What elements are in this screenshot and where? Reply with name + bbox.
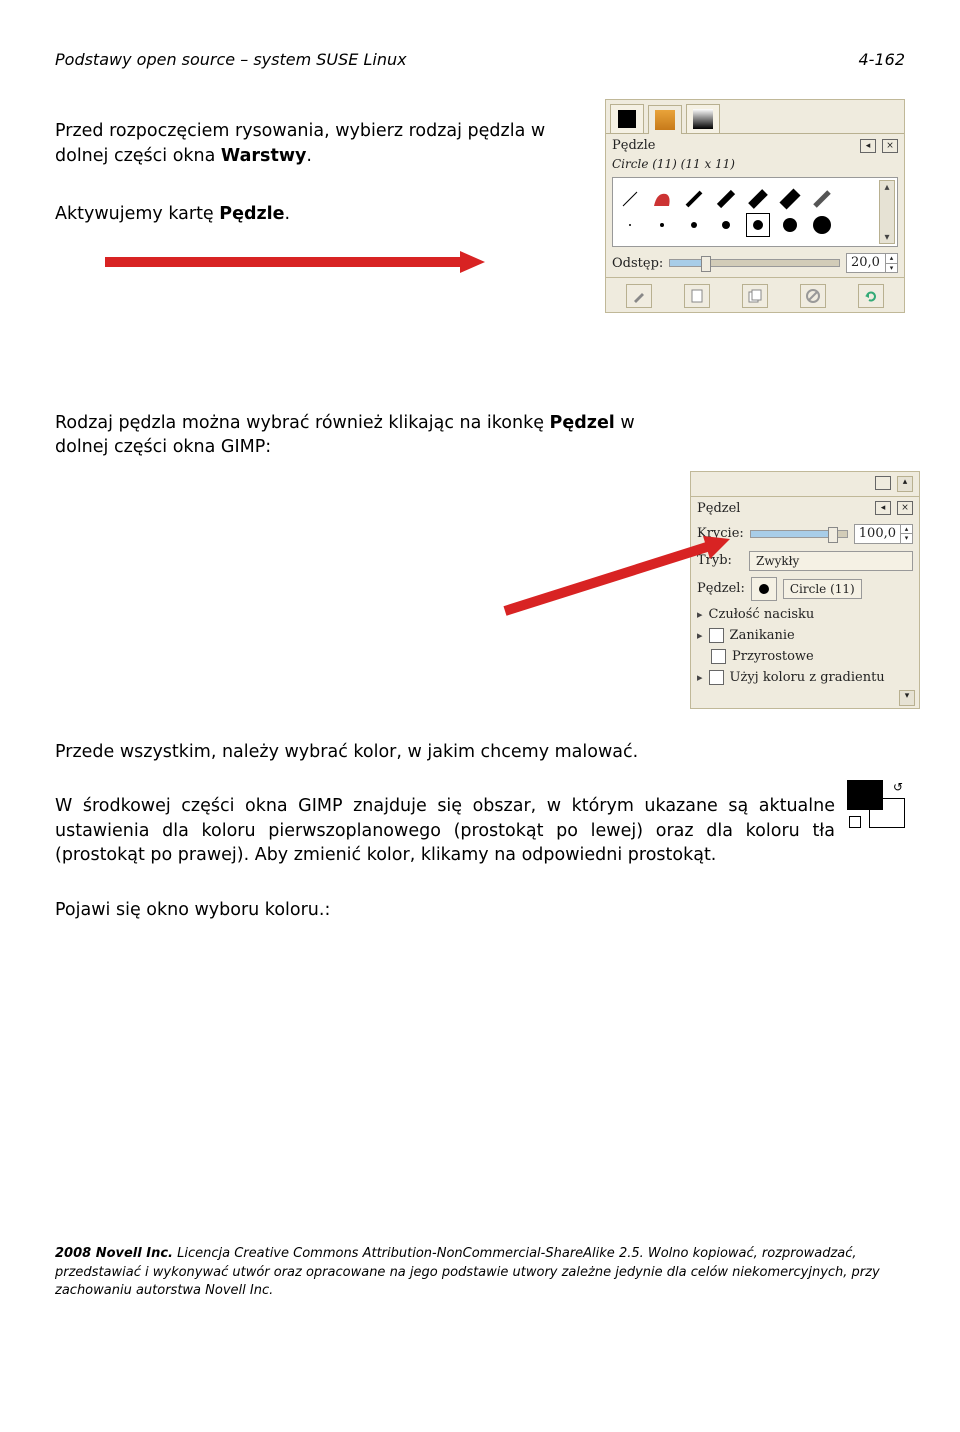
brush-swatch[interactable] bbox=[651, 214, 673, 236]
brush-swatch[interactable] bbox=[619, 214, 641, 236]
scroll-up-icon[interactable]: ▴ bbox=[897, 476, 913, 492]
expander-icon[interactable]: ▸ bbox=[697, 608, 703, 621]
close-icon[interactable]: × bbox=[897, 501, 913, 515]
brush-options-panel: ▴ Pędzel ◂ × Krycie: bbox=[690, 471, 920, 709]
fg-color-swatch[interactable] bbox=[847, 780, 883, 810]
header-title: Podstawy open source – system SUSE Linux bbox=[55, 50, 407, 69]
fade-checkbox[interactable] bbox=[709, 628, 724, 643]
brush-swatch[interactable] bbox=[683, 214, 705, 236]
mode-label: Tryb: bbox=[697, 553, 743, 568]
edit-brush-button[interactable] bbox=[626, 284, 652, 308]
paragraph-1: Przed rozpoczęciem rysowania, wybierz ro… bbox=[55, 119, 595, 168]
mode-dropdown[interactable]: Zwykły bbox=[749, 551, 913, 571]
brushes-panel: Pędzle ◂ × Circle (11) (11 x 11) bbox=[605, 99, 905, 313]
opacity-label: Krycie: bbox=[697, 526, 744, 541]
spacing-label: Odstęp: bbox=[612, 256, 663, 271]
opacity-slider[interactable] bbox=[750, 530, 848, 538]
brush-swatch[interactable] bbox=[715, 188, 737, 210]
brush-options-label: Pędzel bbox=[697, 501, 740, 516]
spacing-slider[interactable] bbox=[669, 259, 840, 267]
brush-select-label: Pędzel: bbox=[697, 581, 745, 596]
brushes-label: Pędzle bbox=[612, 138, 655, 153]
brush-swatch[interactable] bbox=[747, 188, 769, 210]
paragraph-3: Rodzaj pędzla można wybrać również klika… bbox=[55, 411, 635, 460]
paragraph-4: Przede wszystkim, należy wybrać kolor, w… bbox=[55, 740, 905, 765]
expander-icon[interactable]: ▸ bbox=[697, 671, 703, 684]
triangle-left-icon[interactable]: ◂ bbox=[875, 501, 891, 515]
paragraph-5: W środkowej części okna GIMP znajduje si… bbox=[55, 794, 835, 868]
brush-swatch[interactable] bbox=[811, 188, 833, 210]
brush-swatch[interactable] bbox=[779, 188, 801, 210]
tab-pattern-solid[interactable] bbox=[610, 104, 644, 133]
header-page-number: 4-162 bbox=[859, 50, 906, 69]
brush-swatch[interactable] bbox=[811, 214, 833, 236]
new-brush-button[interactable] bbox=[684, 284, 710, 308]
brush-preview-button[interactable] bbox=[751, 577, 777, 601]
swap-colors-icon[interactable]: ↺ bbox=[893, 780, 903, 794]
reset-colors-icon[interactable] bbox=[849, 816, 861, 828]
brush-swatch[interactable] bbox=[715, 214, 737, 236]
paragraph-2: Aktywujemy kartę Pędzle. bbox=[55, 202, 595, 227]
scroll-up-icon[interactable]: ▴ bbox=[884, 181, 889, 193]
tab-strip bbox=[606, 100, 904, 134]
spacing-spinbox[interactable]: 20,0 ▴▾ bbox=[846, 253, 898, 273]
gradient-label: Użyj koloru z gradientu bbox=[730, 670, 885, 685]
page-header: Podstawy open source – system SUSE Linux… bbox=[55, 50, 905, 69]
delete-brush-button[interactable] bbox=[800, 284, 826, 308]
tab-brushes[interactable] bbox=[648, 105, 682, 134]
panel-expand-icon[interactable] bbox=[875, 476, 891, 490]
fg-bg-color-selector[interactable]: ↺ bbox=[847, 780, 905, 828]
tab-gradient[interactable] bbox=[686, 104, 720, 133]
expander-icon[interactable]: ▸ bbox=[697, 629, 703, 642]
close-icon[interactable]: × bbox=[882, 139, 898, 153]
brush-grid-scrollbar[interactable]: ▴ ▾ bbox=[879, 180, 895, 244]
incremental-label: Przyrostowe bbox=[732, 649, 814, 664]
page-footer: 2008 Novell Inc. Licencja Creative Commo… bbox=[55, 1245, 905, 1300]
triangle-left-icon[interactable]: ◂ bbox=[860, 139, 876, 153]
brush-swatch-selected[interactable] bbox=[747, 214, 769, 236]
scroll-down-icon[interactable]: ▾ bbox=[899, 690, 915, 706]
brush-grid[interactable]: ▴ ▾ bbox=[612, 177, 898, 247]
arrow-annotation bbox=[55, 247, 485, 277]
brush-swatch[interactable] bbox=[779, 214, 801, 236]
pressure-label: Czułość nacisku bbox=[709, 607, 815, 622]
incremental-checkbox[interactable] bbox=[711, 649, 726, 664]
opacity-spinbox[interactable]: 100,0 ▴▾ bbox=[854, 524, 913, 544]
gradient-checkbox[interactable] bbox=[709, 670, 724, 685]
brush-name-button[interactable]: Circle (11) bbox=[783, 579, 862, 599]
brush-swatch[interactable] bbox=[651, 188, 673, 210]
duplicate-brush-button[interactable] bbox=[742, 284, 768, 308]
paragraph-6: Pojawi się okno wyboru koloru.: bbox=[55, 898, 905, 923]
brush-swatch[interactable] bbox=[683, 188, 705, 210]
scroll-down-icon[interactable]: ▾ bbox=[884, 231, 889, 243]
fade-label: Zanikanie bbox=[730, 628, 795, 643]
brush-swatch[interactable] bbox=[619, 188, 641, 210]
refresh-brushes-button[interactable] bbox=[858, 284, 884, 308]
brush-subtitle: Circle (11) (11 x 11) bbox=[606, 157, 904, 175]
